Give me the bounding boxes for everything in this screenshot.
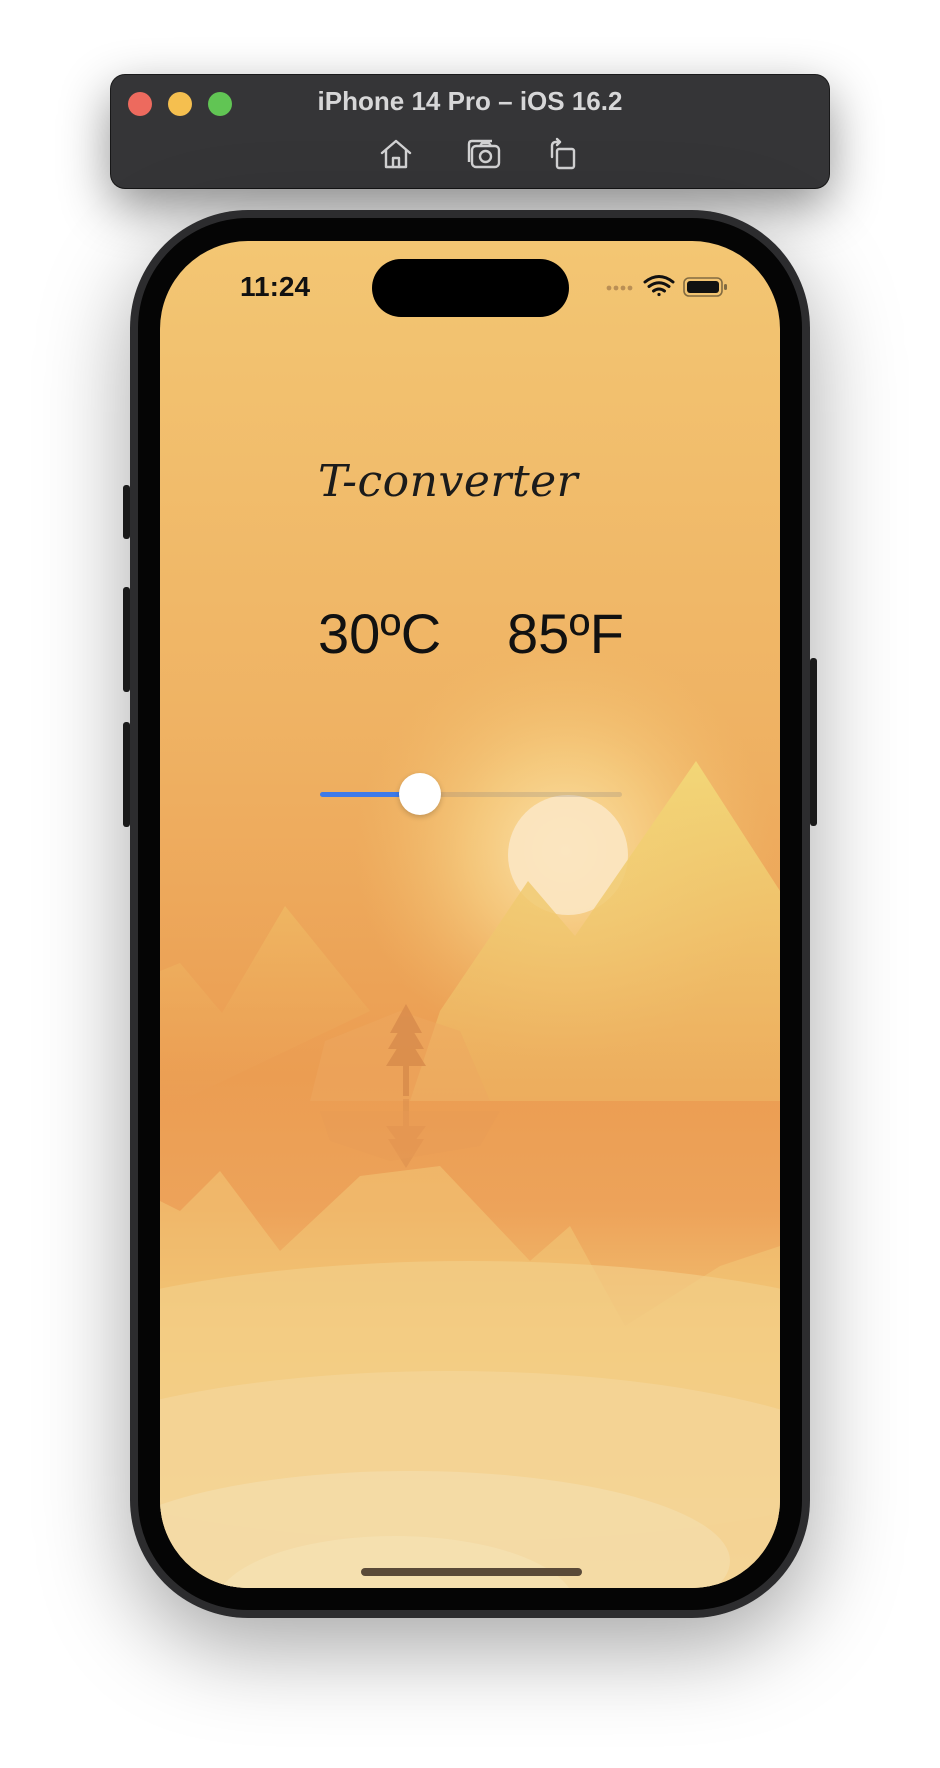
dynamic-island — [372, 259, 569, 317]
home-icon[interactable] — [378, 137, 414, 171]
landscape-background — [160, 241, 780, 1588]
phone-screen: 11:24 T-converter 30ºC 85ºF — [160, 241, 780, 1588]
status-time: 11:24 — [240, 271, 311, 302]
power-button — [810, 658, 817, 826]
status-icons — [604, 273, 734, 299]
home-indicator[interactable] — [361, 1568, 582, 1576]
cellular-dots-icon — [606, 285, 633, 291]
volume-down-button — [123, 722, 130, 827]
wifi-icon — [643, 275, 675, 297]
silent-switch — [123, 485, 130, 539]
fahrenheit-label: 85ºF — [507, 602, 624, 665]
temperature-slider[interactable] — [320, 771, 622, 817]
battery-icon — [683, 277, 727, 297]
app-title: T-converter — [318, 456, 579, 507]
volume-up-button — [123, 587, 130, 692]
window-title: iPhone 14 Pro – iOS 16.2 — [317, 86, 623, 116]
celsius-label: 30ºC — [318, 602, 442, 665]
screenshot-icon[interactable] — [466, 137, 502, 171]
slider-thumb[interactable] — [398, 773, 441, 815]
rotate-icon[interactable] — [545, 137, 581, 171]
